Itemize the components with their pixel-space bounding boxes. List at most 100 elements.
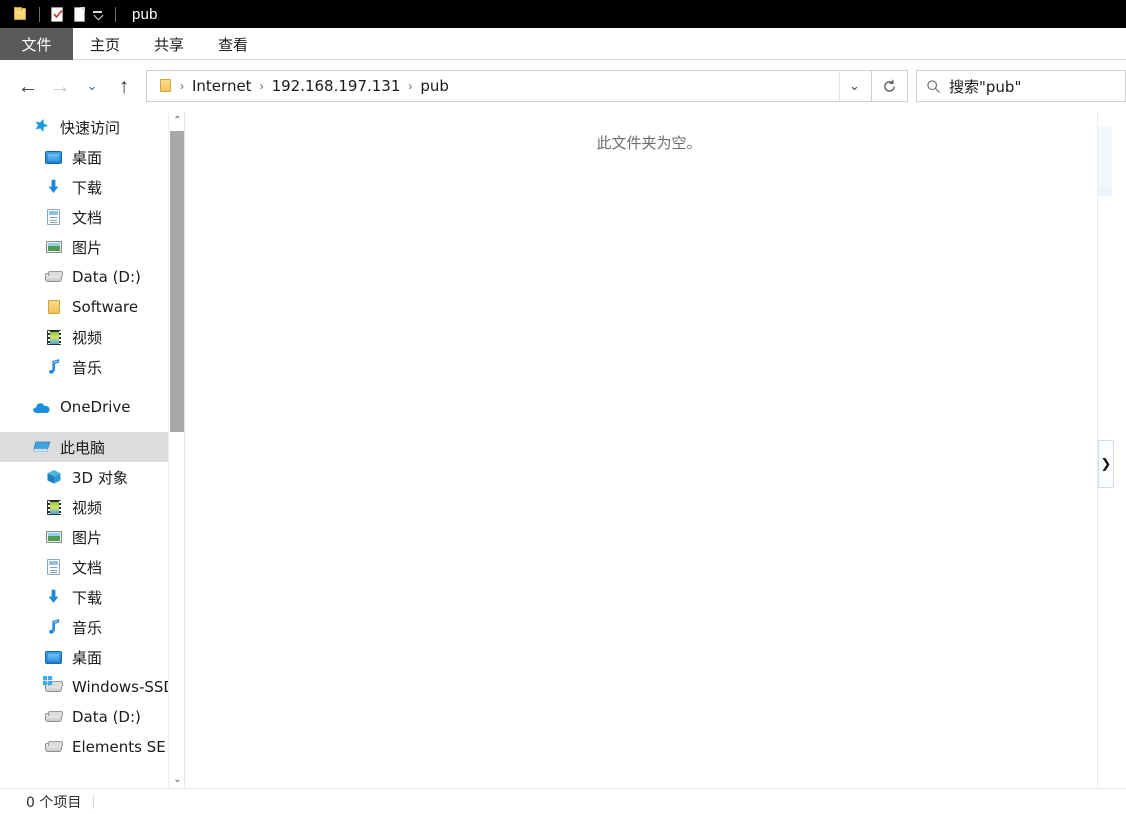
status-bar: 0 个项目	[0, 788, 1126, 814]
sidebar-scrollbar[interactable]: ⌃ ⌄	[168, 112, 185, 788]
edge-band-upper	[1098, 126, 1112, 186]
sidebar-item-downloads[interactable]: 下载	[0, 172, 185, 202]
up-button[interactable]: ↑	[108, 70, 140, 102]
sidebar-item-data-d-pc[interactable]: Data (D:)	[0, 702, 185, 732]
navigation-bar: ← → ⌄ ↑ › Internet › 192.168.197.131 › p…	[0, 60, 1126, 112]
status-divider	[93, 794, 95, 809]
sidebar-item-desktop[interactable]: 桌面	[0, 142, 185, 172]
music-icon	[44, 357, 64, 377]
sidebar-item-this-pc[interactable]: 此电脑	[0, 432, 185, 462]
sidebar-label: 音乐	[72, 618, 103, 637]
sidebar-label: 桌面	[72, 148, 103, 167]
desktop-icon	[44, 147, 64, 167]
title-bar: pub	[0, 0, 1126, 28]
tab-share[interactable]: 共享	[137, 28, 201, 60]
folder-icon	[44, 297, 64, 317]
scroll-up-icon[interactable]: ⌃	[169, 112, 185, 129]
sidebar-item-windows-ssd[interactable]: Windows-SSD (	[0, 672, 185, 702]
sidebar-label: 此电脑	[60, 438, 106, 457]
item-count-label: 0 个项目	[26, 794, 82, 811]
search-box[interactable]: 搜索"pub"	[916, 70, 1126, 102]
breadcrumb-internet[interactable]: Internet	[185, 77, 259, 95]
drive-icon	[44, 267, 64, 287]
pictures-icon	[44, 527, 64, 547]
desktop-icon	[44, 647, 64, 667]
sidebar-label: 视频	[72, 498, 103, 517]
up-arrow-icon: ↑	[118, 74, 130, 98]
window-title: pub	[132, 5, 158, 23]
expand-chevron-icon[interactable]: ❯	[1098, 440, 1114, 488]
sidebar-label: 图片	[72, 238, 103, 257]
folder-icon[interactable]	[10, 4, 30, 24]
folder-tree: 快速访问 桌面 下载 文档 图片 Data (D:) Software 视频 音…	[0, 112, 185, 762]
video-icon	[44, 327, 64, 347]
sidebar-item-pictures-pc[interactable]: 图片	[0, 522, 185, 552]
properties-icon[interactable]	[47, 4, 67, 24]
ribbon-tab-bar: 文件 主页 共享 查看	[0, 28, 1126, 60]
tree-group-spacer-2	[0, 422, 185, 432]
document-icon	[44, 207, 64, 227]
download-icon	[44, 177, 64, 197]
scrollbar-thumb[interactable]	[170, 131, 185, 432]
toolbar-divider	[39, 6, 40, 22]
empty-folder-message: 此文件夹为空。	[596, 134, 702, 152]
tab-view[interactable]: 查看	[201, 28, 265, 60]
scroll-down-icon[interactable]: ⌄	[169, 771, 185, 788]
sidebar-item-videos[interactable]: 视频	[0, 492, 185, 522]
quick-access-toolbar: pub	[0, 0, 158, 28]
drive-icon	[44, 707, 64, 727]
sidebar-item-quick-access[interactable]: 快速访问	[0, 112, 185, 142]
address-bar[interactable]: › Internet › 192.168.197.131 › pub ⌄	[146, 70, 872, 102]
forward-arrow-icon: →	[49, 74, 71, 98]
breadcrumb-host[interactable]: 192.168.197.131	[265, 77, 408, 95]
file-list-pane[interactable]: 此文件夹为空。 ❯	[186, 112, 1114, 788]
refresh-button[interactable]	[872, 70, 908, 102]
sidebar-label: 视频	[72, 328, 103, 347]
tab-file[interactable]: 文件	[0, 28, 73, 60]
sidebar-item-software[interactable]: Software	[0, 292, 185, 322]
sidebar-item-elements-se[interactable]: Elements SE (E:	[0, 732, 185, 762]
search-input[interactable]: 搜索"pub"	[949, 76, 1021, 97]
sidebar-item-3d-objects[interactable]: 3D 对象	[0, 462, 185, 492]
sidebar-label: Software	[72, 298, 139, 316]
sidebar-item-desktop-pc[interactable]: 桌面	[0, 642, 185, 672]
music-icon	[44, 617, 64, 637]
sidebar-label: 3D 对象	[72, 468, 128, 487]
recent-locations-button[interactable]: ⌄	[76, 70, 108, 102]
right-edge-panel: ❯	[1098, 112, 1114, 788]
sidebar-item-documents-pc[interactable]: 文档	[0, 552, 185, 582]
chevron-down-icon: ⌄	[86, 78, 98, 93]
forward-button[interactable]: →	[44, 70, 76, 102]
new-folder-icon[interactable]	[69, 4, 89, 24]
sidebar-item-music-qa[interactable]: 音乐	[0, 352, 185, 382]
folder-icon	[155, 75, 177, 97]
sidebar-item-videos-qa[interactable]: 视频	[0, 322, 185, 352]
onedrive-icon	[32, 397, 52, 417]
back-button[interactable]: ←	[12, 70, 44, 102]
toolbar-divider-2	[115, 6, 116, 22]
star-icon	[32, 117, 52, 137]
tree-group-spacer	[0, 382, 185, 392]
sidebar-label: Data (D:)	[72, 268, 141, 286]
drive-icon	[44, 737, 64, 757]
edge-band-lower	[1098, 186, 1112, 196]
sidebar-label: 下载	[72, 588, 103, 607]
sidebar-item-onedrive[interactable]: OneDrive	[0, 392, 185, 422]
sidebar-item-data-d[interactable]: Data (D:)	[0, 262, 185, 292]
sidebar-label: OneDrive	[60, 398, 131, 416]
address-dropdown-icon[interactable]: ⌄	[839, 71, 869, 101]
sidebar-item-documents[interactable]: 文档	[0, 202, 185, 232]
sidebar-item-music[interactable]: 音乐	[0, 612, 185, 642]
content-area: 快速访问 桌面 下载 文档 图片 Data (D:) Software 视频 音…	[0, 112, 1126, 788]
sidebar-label: 下载	[72, 178, 103, 197]
sidebar-item-downloads-pc[interactable]: 下载	[0, 582, 185, 612]
pane-splitter[interactable]	[184, 112, 185, 788]
chevron-down-icon[interactable]	[92, 4, 108, 24]
checkmark-glyph	[53, 10, 63, 19]
tab-home[interactable]: 主页	[73, 28, 137, 60]
sidebar-label: 图片	[72, 528, 103, 547]
sidebar-item-pictures[interactable]: 图片	[0, 232, 185, 262]
3d-objects-icon	[44, 467, 64, 487]
windows-drive-icon	[43, 676, 64, 697]
breadcrumb-pub[interactable]: pub	[413, 77, 456, 95]
